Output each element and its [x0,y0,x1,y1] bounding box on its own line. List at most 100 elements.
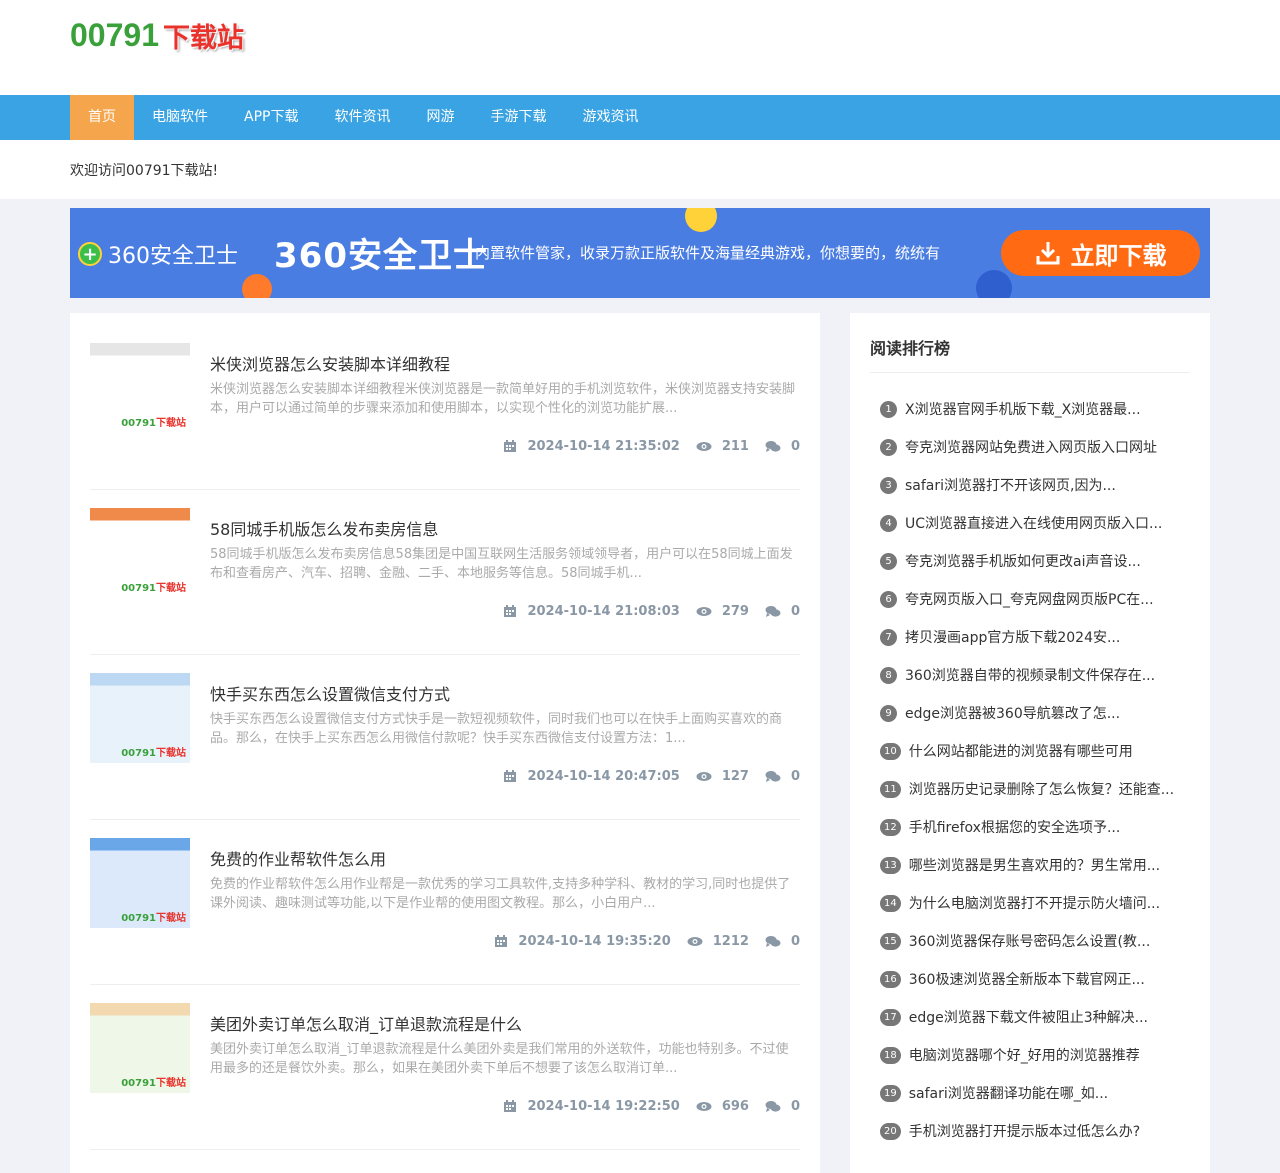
rank-number-badge: 3 [880,476,897,494]
nav-item[interactable]: 网游 [408,95,472,140]
rank-item[interactable]: 5 夸克浏览器手机版如何更改ai声音设... [880,542,1190,580]
rank-item-title[interactable]: 什么网站都能进的浏览器有哪些可用 [909,741,1133,761]
rank-item-title[interactable]: 夸克浏览器网站免费进入网页版入口网址 [905,437,1157,457]
site-logo[interactable]: 00791 下载站 [70,14,244,56]
rank-item-title[interactable]: X浏览器官网手机版下载_X浏览器最... [905,399,1141,419]
banner-title: 360安全卫士 [274,236,488,276]
rank-item-title[interactable]: edge浏览器被360导航篡改了怎... [905,703,1120,723]
rank-item[interactable]: 2 夸克浏览器网站免费进入网页版入口网址 [880,428,1190,466]
nav-item[interactable]: APP下载 [226,95,316,140]
rank-number-badge: 8 [880,666,897,684]
rank-item[interactable]: 8 360浏览器自带的视频录制文件保存在... [880,656,1190,694]
logo-number: 00791 [70,16,159,53]
rank-item[interactable]: 4 UC浏览器直接进入在线使用网页版入口... [880,504,1190,542]
article-summary: 米侠浏览器怎么安装脚本详细教程米侠浏览器是一款简单好用的手机浏览软件，米侠浏览器… [210,382,796,416]
article-item[interactable]: 00791下载站 美团外卖订单怎么取消_订单退款流程是什么美团外卖订单怎么取消_订… [90,985,800,1150]
rank-item-title[interactable]: UC浏览器直接进入在线使用网页版入口... [905,513,1162,533]
nav-item[interactable]: 电脑软件 [134,95,226,140]
rank-item-title[interactable]: 浏览器历史记录删除了怎么恢复？还能查... [909,779,1174,799]
rank-item-title[interactable]: 电脑浏览器哪个好_好用的浏览器推荐 [909,1045,1140,1065]
article-meta: 2024-10-14 21:08:03 279 0 [503,604,800,619]
banner-desc: 内置软件管家，收录万款正版软件及海量经典游戏，你想要的，统统有 [475,244,941,262]
rank-item-title[interactable]: 360浏览器自带的视频录制文件保存在... [905,665,1155,685]
article-date: 2024-10-14 19:22:50 [527,1099,680,1114]
article-item[interactable]: 00791下载站 快手买东西怎么设置微信支付方式 快手买东西怎么设置微信支付方式快手… [90,655,800,820]
download-now-button[interactable]: 立即下载 [1001,230,1200,276]
article-title[interactable]: 免费的作业帮软件怎么用 [210,846,386,870]
rank-item-title[interactable]: safari浏览器打不开该网页,因为... [905,475,1116,495]
rank-item[interactable]: 13 哪些浏览器是男生喜欢用的？男生常用... [880,846,1190,884]
rank-item-title[interactable]: 手机firefox根据您的安全选项予... [909,817,1121,837]
thumbnail-watermark-logo: 00791下载站 [121,913,186,924]
nav-item[interactable]: 游戏资讯 [564,95,656,140]
eye-icon [696,605,712,618]
article-comments: 0 [790,604,800,619]
article-item[interactable]: 00791下载站 米侠浏览器怎么安装脚本详细教程米侠浏览器怎么安装脚本详细教程米侠… [90,325,800,490]
rank-item-title[interactable]: 360极速浏览器全新版本下载官网正... [909,969,1145,989]
rank-item[interactable]: 15 360浏览器保存账号密码怎么设置(教... [880,922,1190,960]
article-summary: 美团外卖订单怎么取消_订单退款流程是什么美团外卖是我们常用的外送软件，功能也特别… [210,1042,789,1076]
article-thumbnail[interactable]: 00791下载站 [90,673,190,763]
article-thumbnail[interactable]: 00791下载站 [90,508,190,598]
article-thumbnail[interactable]: 00791下载站 [90,1003,190,1093]
rank-item[interactable]: 6 夸克网页版入口_夸克网盘网页版PC在... [880,580,1190,618]
welcome-bar: 欢迎访问00791下载站! [0,140,1280,199]
article-meta: 2024-10-14 20:47:05 127 0 [503,769,800,784]
eye-icon [696,1100,712,1113]
rank-item[interactable]: 14 为什么电脑浏览器打不开提示防火墙问... [880,884,1190,922]
welcome-text: 欢迎访问00791下载站! [70,163,219,179]
article-meta: 2024-10-14 19:35:20 1212 0 [494,934,800,949]
article-title[interactable]: 米侠浏览器怎么安装脚本详细教程 [210,351,450,375]
rank-item-title[interactable]: safari浏览器翻译功能在哪_如... [909,1083,1108,1103]
nav-item[interactable]: 软件资讯 [316,95,408,140]
article-views: 211 [721,439,749,454]
rank-item[interactable]: 19 safari浏览器翻译功能在哪_如... [880,1074,1190,1112]
article-thumbnail[interactable]: 00791下载站 [90,343,190,433]
rank-item[interactable]: 16 360极速浏览器全新版本下载官网正... [880,960,1190,998]
rank-item[interactable]: 11 浏览器历史记录删除了怎么恢复？还能查... [880,770,1190,808]
rank-item-title[interactable]: 夸克浏览器手机版如何更改ai声音设... [905,551,1141,571]
rank-item-title[interactable]: 手机浏览器打开提示版本过低怎么办? [909,1121,1140,1141]
nav-item[interactable]: 首页 [70,95,134,140]
rank-item[interactable]: 12 手机firefox根据您的安全选项予... [880,808,1190,846]
rank-number-badge: 7 [880,628,897,646]
nav-item[interactable]: 手游下载 [472,95,564,140]
rank-item[interactable]: 7 拷贝漫画app官方版下载2024安... [880,618,1190,656]
banner-brand: + 360安全卫士 [78,238,238,270]
rank-number-badge: 2 [880,438,897,456]
rank-item-title[interactable]: edge浏览器下载文件被阻止3种解决... [909,1007,1148,1027]
banner-brand-text: 360安全卫士 [108,244,238,269]
rank-item[interactable]: 3 safari浏览器打不开该网页,因为... [880,466,1190,504]
article-item[interactable]: 00791下载站 免费的作业帮软件怎么用 免费的作业帮软件怎么用作业帮是一款优秀的学… [90,820,800,985]
article-title[interactable]: 美团外卖订单怎么取消_订单退款流程是什么 [210,1011,522,1035]
article-thumbnail[interactable]: 00791下载站 [90,838,190,928]
rank-item-title[interactable]: 拷贝漫画app官方版下载2024安... [905,627,1120,647]
rank-item[interactable]: 1 X浏览器官网手机版下载_X浏览器最... [880,390,1190,428]
comment-icon [765,935,781,948]
article-comments: 0 [790,1099,800,1114]
rank-item-title[interactable]: 为什么电脑浏览器打不开提示防火墙问... [909,893,1160,913]
rank-number-badge: 6 [880,590,897,608]
eye-icon [696,770,712,783]
article-summary: 58同城手机版怎么发布卖房信息58集团是中国互联网生活服务领域领导者，用户可以在… [210,547,793,581]
rank-item[interactable]: 10 什么网站都能进的浏览器有哪些可用 [880,732,1190,770]
article-date: 2024-10-14 20:47:05 [527,769,680,784]
article-item[interactable]: 00791下载站 58同城手机版怎么发布卖房信息 58同城手机版怎么发布卖房信息58… [90,490,800,655]
rank-item-title[interactable]: 夸克网页版入口_夸克网盘网页版PC在... [905,589,1154,609]
rank-item-title[interactable]: 360浏览器保存账号密码怎么设置(教... [909,931,1151,951]
rank-item[interactable]: 9 edge浏览器被360导航篡改了怎... [880,694,1190,732]
rank-number-badge: 18 [880,1046,901,1064]
rank-number-badge: 15 [880,932,901,950]
calendar-icon [503,1100,517,1113]
rank-item[interactable]: 17 edge浏览器下载文件被阻止3种解决... [880,998,1190,1036]
rank-number-badge: 9 [880,704,897,722]
rank-number-badge: 11 [880,780,901,798]
rank-item[interactable]: 18 电脑浏览器哪个好_好用的浏览器推荐 [880,1036,1190,1074]
ad-banner[interactable]: + 360安全卫士 360安全卫士 内置软件管家，收录万款正版软件及海量经典游戏… [70,208,1210,298]
rank-item-title[interactable]: 哪些浏览器是男生喜欢用的？男生常用... [909,855,1160,875]
rank-item[interactable]: 20 手机浏览器打开提示版本过低怎么办? [880,1112,1190,1150]
article-comments: 0 [790,439,800,454]
article-title[interactable]: 58同城手机版怎么发布卖房信息 [210,516,438,540]
download-icon [1035,240,1061,266]
article-title[interactable]: 快手买东西怎么设置微信支付方式 [210,681,450,705]
